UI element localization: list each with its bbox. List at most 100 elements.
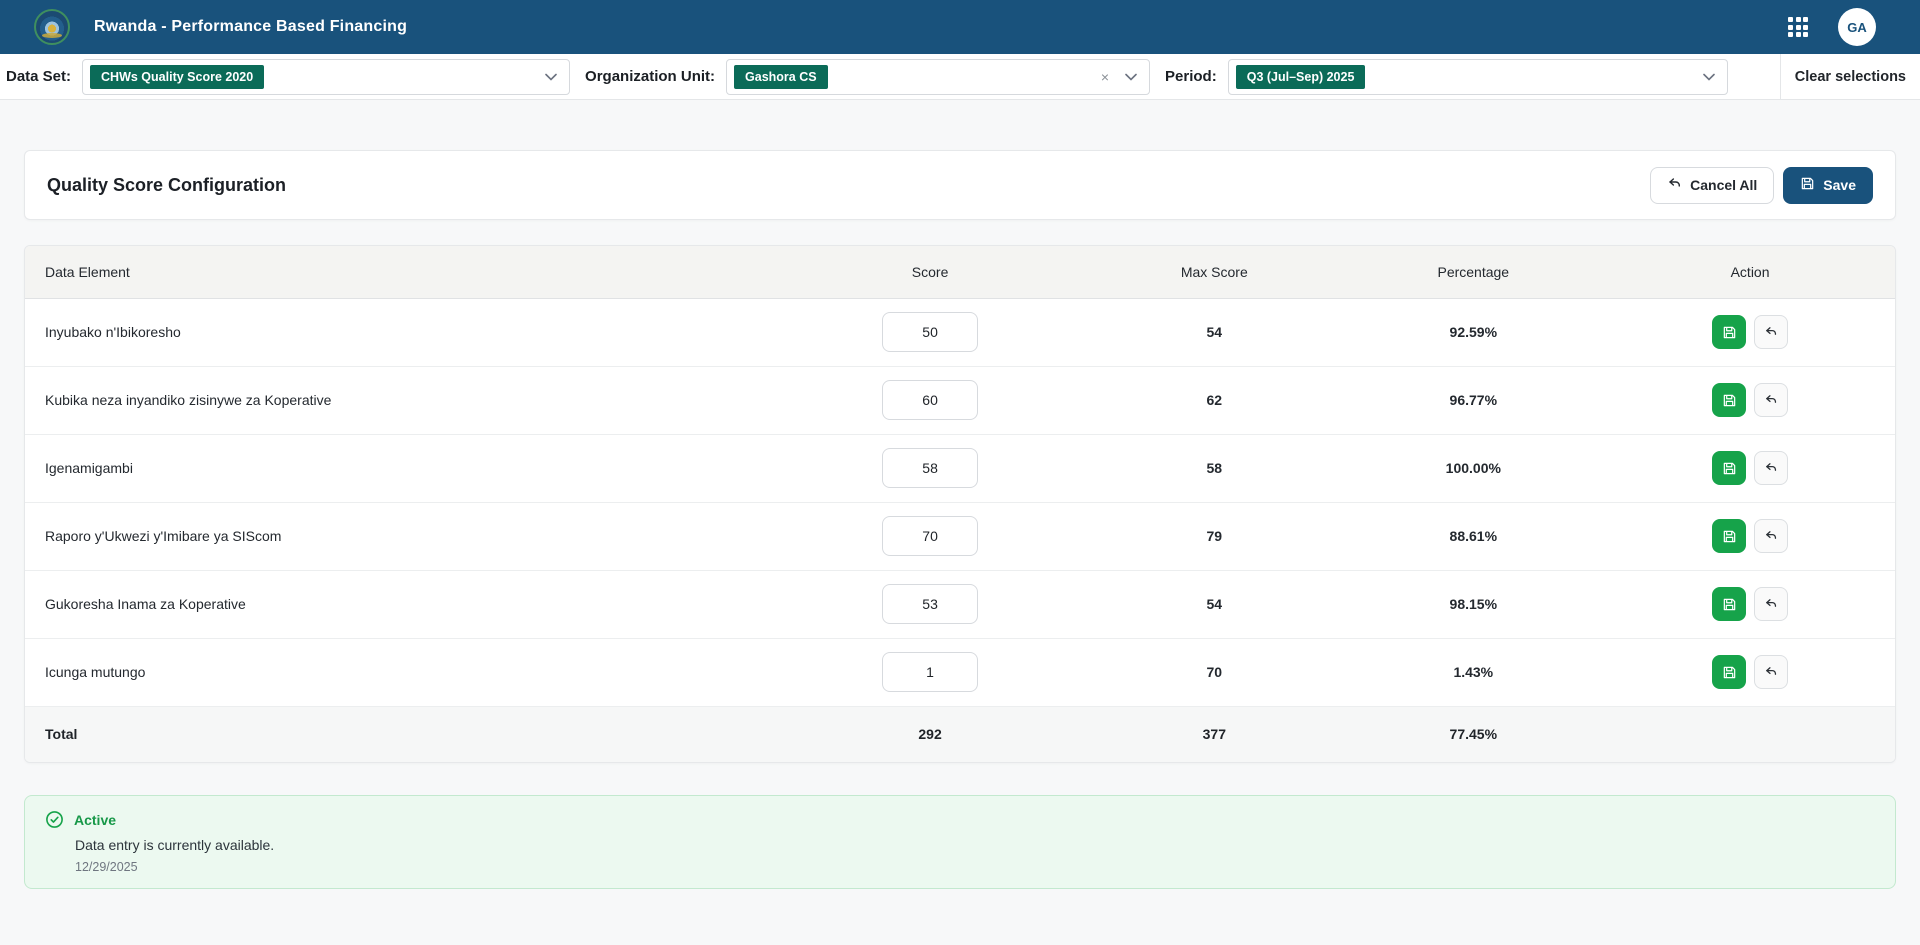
total-action-empty bbox=[1605, 706, 1895, 762]
status-date: 12/29/2025 bbox=[75, 860, 1875, 874]
max-score-value: 54 bbox=[1087, 570, 1341, 638]
clear-org-unit-icon[interactable]: × bbox=[1097, 68, 1113, 86]
apps-grid-icon[interactable] bbox=[1788, 17, 1808, 37]
percentage-value: 96.77% bbox=[1341, 366, 1605, 434]
column-header-score: Score bbox=[773, 246, 1087, 298]
data-element-name: Igenamigambi bbox=[25, 434, 773, 502]
percentage-value: 100.00% bbox=[1341, 434, 1605, 502]
undo-icon bbox=[1764, 597, 1778, 611]
data-set-select[interactable]: CHWs Quality Score 2020 bbox=[82, 59, 570, 95]
quality-score-table: Data Element Score Max Score Percentage … bbox=[25, 246, 1895, 762]
percentage-value: 92.59% bbox=[1341, 298, 1605, 366]
org-unit-label: Organization Unit: bbox=[585, 68, 715, 85]
status-banner: Active Data entry is currently available… bbox=[24, 795, 1896, 889]
row-save-button[interactable] bbox=[1712, 451, 1746, 485]
row-undo-button[interactable] bbox=[1754, 451, 1788, 485]
row-save-button[interactable] bbox=[1712, 519, 1746, 553]
save-icon bbox=[1722, 325, 1737, 340]
cancel-all-button[interactable]: Cancel All bbox=[1650, 167, 1774, 204]
score-input[interactable] bbox=[882, 312, 978, 352]
table-row: Gukoresha Inama za Koperative 54 98.15% bbox=[25, 570, 1895, 638]
score-input[interactable] bbox=[882, 448, 978, 488]
percentage-value: 1.43% bbox=[1341, 638, 1605, 706]
undo-icon bbox=[1764, 393, 1778, 407]
table-body: Inyubako n'Ibikoresho 54 92.59% Kubika n… bbox=[25, 298, 1895, 706]
org-unit-chip: Gashora CS bbox=[734, 65, 828, 89]
row-undo-button[interactable] bbox=[1754, 587, 1788, 621]
percentage-value: 98.15% bbox=[1341, 570, 1605, 638]
rwanda-coat-of-arms-logo bbox=[34, 9, 70, 45]
chevron-down-icon bbox=[1125, 73, 1137, 81]
config-actions: Cancel All Save bbox=[1650, 167, 1873, 204]
row-actions bbox=[1605, 451, 1895, 485]
table-row: Icunga mutungo 70 1.43% bbox=[25, 638, 1895, 706]
row-save-button[interactable] bbox=[1712, 587, 1746, 621]
data-element-name: Raporo y'Ukwezi y'Imibare ya SIScom bbox=[25, 502, 773, 570]
save-icon bbox=[1722, 461, 1737, 476]
score-input[interactable] bbox=[882, 584, 978, 624]
score-input[interactable] bbox=[882, 516, 978, 556]
row-undo-button[interactable] bbox=[1754, 383, 1788, 417]
max-score-value: 70 bbox=[1087, 638, 1341, 706]
total-max-score: 377 bbox=[1087, 706, 1341, 762]
user-avatar[interactable]: GA bbox=[1838, 8, 1876, 46]
undo-icon bbox=[1764, 529, 1778, 543]
period-select[interactable]: Q3 (Jul–Sep) 2025 bbox=[1228, 59, 1728, 95]
period-chip: Q3 (Jul–Sep) 2025 bbox=[1236, 65, 1366, 89]
column-header-max-score: Max Score bbox=[1087, 246, 1341, 298]
row-undo-button[interactable] bbox=[1754, 519, 1788, 553]
status-message: Data entry is currently available. bbox=[75, 837, 1875, 853]
total-percentage: 77.45% bbox=[1341, 706, 1605, 762]
row-actions bbox=[1605, 315, 1895, 349]
clear-selections-button[interactable]: Clear selections bbox=[1780, 54, 1920, 99]
column-header-percentage: Percentage bbox=[1341, 246, 1605, 298]
top-navbar: Rwanda - Performance Based Financing GA bbox=[0, 0, 1920, 54]
data-element-name: Inyubako n'Ibikoresho bbox=[25, 298, 773, 366]
table-row: Kubika neza inyandiko zisinywe za Kopera… bbox=[25, 366, 1895, 434]
row-save-button[interactable] bbox=[1712, 315, 1746, 349]
status-header: Active bbox=[45, 810, 1875, 829]
save-label: Save bbox=[1823, 177, 1856, 193]
row-actions bbox=[1605, 519, 1895, 553]
check-circle-icon bbox=[45, 810, 64, 829]
max-score-value: 54 bbox=[1087, 298, 1341, 366]
navbar-right: GA bbox=[1788, 8, 1876, 46]
period-label: Period: bbox=[1165, 68, 1217, 85]
table-row: Igenamigambi 58 100.00% bbox=[25, 434, 1895, 502]
save-icon bbox=[1722, 393, 1737, 408]
save-icon bbox=[1800, 176, 1815, 194]
max-score-value: 58 bbox=[1087, 434, 1341, 502]
org-unit-select[interactable]: Gashora CS × bbox=[726, 59, 1150, 95]
data-element-name: Icunga mutungo bbox=[25, 638, 773, 706]
navbar-left: Rwanda - Performance Based Financing bbox=[34, 9, 407, 45]
score-input[interactable] bbox=[882, 380, 978, 420]
score-input[interactable] bbox=[882, 652, 978, 692]
row-actions bbox=[1605, 655, 1895, 689]
data-set-chip: CHWs Quality Score 2020 bbox=[90, 65, 264, 89]
row-save-button[interactable] bbox=[1712, 383, 1746, 417]
max-score-value: 79 bbox=[1087, 502, 1341, 570]
data-element-name: Gukoresha Inama za Koperative bbox=[25, 570, 773, 638]
column-header-action: Action bbox=[1605, 246, 1895, 298]
column-header-data-element: Data Element bbox=[25, 246, 773, 298]
filter-bar: Data Set: CHWs Quality Score 2020 Organi… bbox=[0, 54, 1920, 100]
status-title: Active bbox=[74, 812, 116, 828]
undo-icon bbox=[1667, 176, 1682, 194]
row-undo-button[interactable] bbox=[1754, 655, 1788, 689]
save-icon bbox=[1722, 529, 1737, 544]
cancel-all-label: Cancel All bbox=[1690, 177, 1757, 193]
row-undo-button[interactable] bbox=[1754, 315, 1788, 349]
table-row: Inyubako n'Ibikoresho 54 92.59% bbox=[25, 298, 1895, 366]
main-content: Quality Score Configuration Cancel All S… bbox=[0, 100, 1920, 889]
save-icon bbox=[1722, 597, 1737, 612]
quality-score-table-card: Data Element Score Max Score Percentage … bbox=[24, 245, 1896, 763]
chevron-down-icon bbox=[1703, 73, 1715, 81]
total-label: Total bbox=[25, 706, 773, 762]
chevron-down-icon bbox=[545, 73, 557, 81]
max-score-value: 62 bbox=[1087, 366, 1341, 434]
data-set-label: Data Set: bbox=[6, 68, 71, 85]
row-save-button[interactable] bbox=[1712, 655, 1746, 689]
total-score: 292 bbox=[773, 706, 1087, 762]
percentage-value: 88.61% bbox=[1341, 502, 1605, 570]
save-button[interactable]: Save bbox=[1783, 167, 1873, 204]
